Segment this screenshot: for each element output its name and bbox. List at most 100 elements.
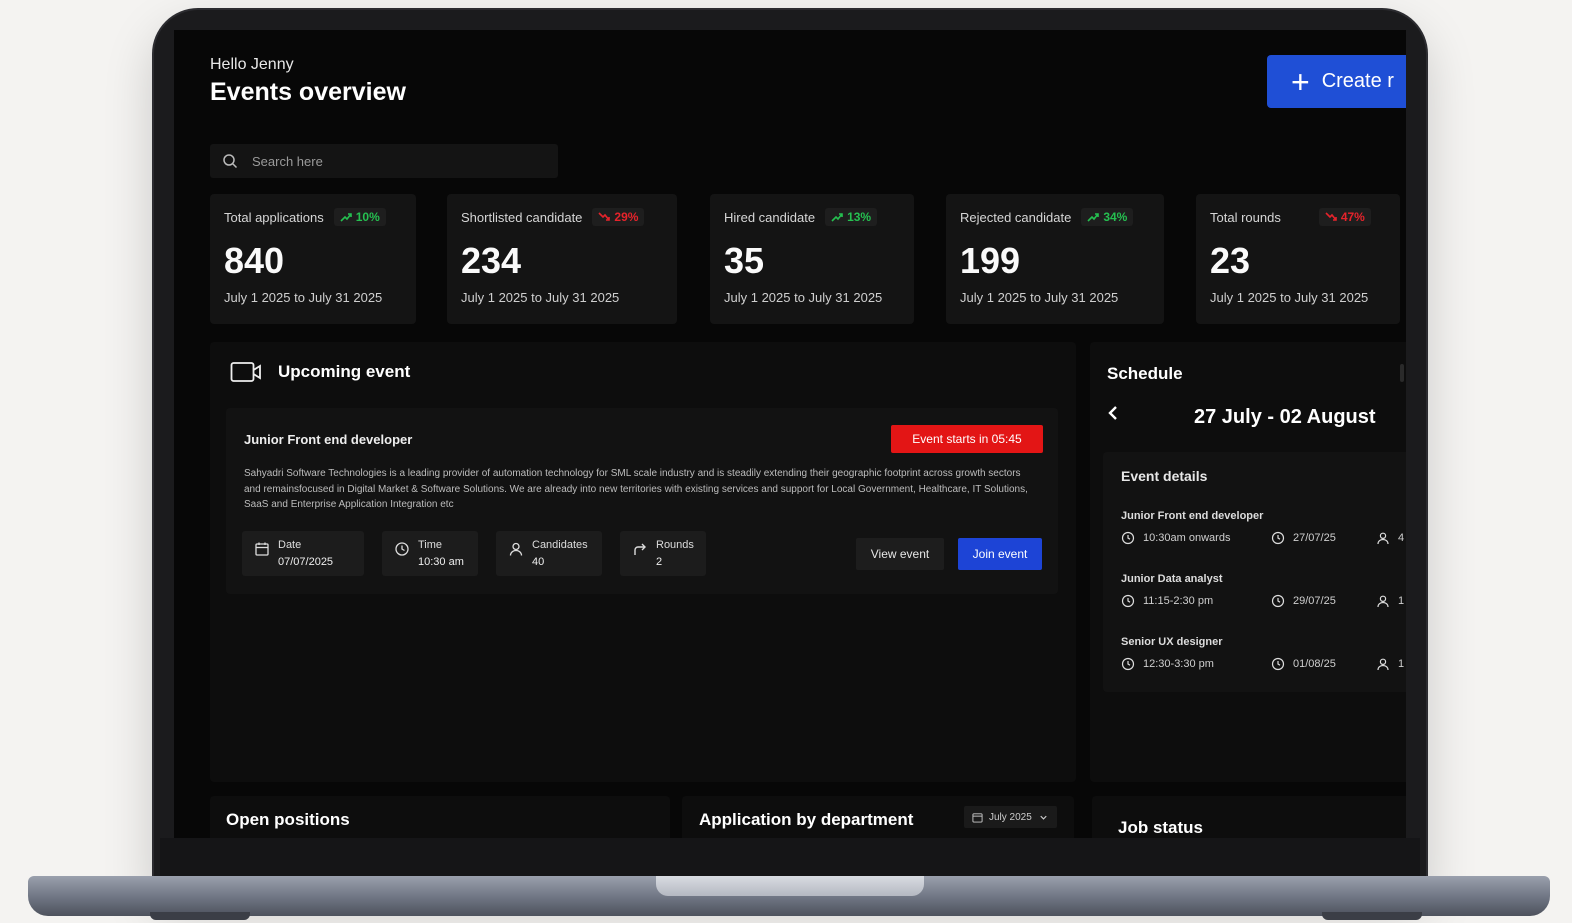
schedule-item-name: Senior UX designer xyxy=(1121,636,1223,648)
user-icon xyxy=(509,542,523,556)
trend-badge: 34% xyxy=(1081,208,1134,226)
search-input[interactable] xyxy=(252,153,532,169)
pill-value: 07/07/2025 xyxy=(278,556,334,568)
search-bar[interactable] xyxy=(210,144,558,178)
trend-badge: 29% xyxy=(592,208,645,226)
clock-icon xyxy=(1271,594,1285,608)
schedule-item-name: Junior Front end developer xyxy=(1121,510,1264,522)
laptop-foot xyxy=(1322,912,1422,920)
laptop-bezel xyxy=(160,838,1420,878)
chevron-left-icon[interactable] xyxy=(1104,404,1122,422)
laptop-foot xyxy=(150,912,250,920)
trend-down-icon xyxy=(1325,212,1337,221)
stat-label: Shortlisted candidate xyxy=(461,209,583,225)
pill-value: 10:30 am xyxy=(418,556,464,568)
trend-down-icon xyxy=(598,212,611,221)
job-status-card: Job status xyxy=(1092,796,1406,838)
stat-value: 35 xyxy=(724,240,765,281)
event-rounds-pill: Rounds 2 xyxy=(620,531,706,576)
trend-badge: 10% xyxy=(333,208,386,226)
event-date-pill: Date 07/07/2025 xyxy=(242,531,364,576)
stat-range: July 1 2025 to July 31 2025 xyxy=(1210,290,1369,305)
application-by-department-card: Application by department July 2025 xyxy=(682,796,1074,838)
trend-up-icon xyxy=(1087,213,1100,222)
schedule-item-time: 12:30-3:30 pm xyxy=(1143,658,1214,670)
pill-value: 2 xyxy=(656,556,663,568)
month-select[interactable]: July 2025 xyxy=(964,806,1057,828)
event-time-pill: Time 10:30 am xyxy=(382,531,478,576)
stat-card-total-rounds: Total rounds 47% 23 July 1 2025 to July … xyxy=(1196,194,1400,324)
clock-icon xyxy=(395,542,409,556)
schedule-item-time: 10:30am onwards xyxy=(1143,532,1231,544)
pill-label: Date xyxy=(278,539,302,551)
clock-icon xyxy=(1271,657,1285,671)
event-title: Junior Front end developer xyxy=(244,432,413,447)
event-candidates-pill: Candidates 40 xyxy=(496,531,602,576)
scrollbar[interactable] xyxy=(1400,364,1404,382)
clock-icon xyxy=(1271,531,1285,545)
schedule-item-time: 11:15-2:30 pm xyxy=(1143,595,1214,607)
clock-icon xyxy=(1121,594,1135,608)
stat-card-total-applications: Total applications 10% 840 July 1 2025 t… xyxy=(210,194,416,324)
clock-icon xyxy=(1121,657,1135,671)
video-camera-icon xyxy=(230,362,261,382)
user-icon xyxy=(1377,595,1389,608)
schedule-date-range: 27 July - 02 August xyxy=(1194,406,1376,428)
schedule-item[interactable]: Junior Front end developer 10:30am onwar… xyxy=(1121,510,1406,545)
application-by-department-title: Application by department xyxy=(699,810,914,829)
upcoming-event-title: Upcoming event xyxy=(278,362,411,381)
stat-value: 840 xyxy=(224,240,285,281)
calendar-icon xyxy=(972,812,983,823)
search-icon xyxy=(223,154,238,169)
schedule-item-count: 4 xyxy=(1398,532,1405,544)
join-event-button[interactable]: Join event xyxy=(958,538,1042,570)
stat-card-rejected: Rejected candidate 34% 199 July 1 2025 t… xyxy=(946,194,1164,324)
create-button-label: Create r xyxy=(1321,70,1394,92)
trend-badge: 47% xyxy=(1318,208,1371,226)
user-icon xyxy=(1377,532,1389,545)
stat-label: Total applications xyxy=(224,209,324,225)
view-event-button[interactable]: View event xyxy=(856,538,944,570)
page-title: Events overview xyxy=(210,78,406,106)
schedule-panel: Schedule 27 July - 02 August Event detai… xyxy=(1090,342,1406,782)
forward-arrow-icon xyxy=(634,543,646,555)
stat-label: Rejected candidate xyxy=(960,209,1072,225)
trend-badge: 13% xyxy=(825,208,878,226)
calendar-icon xyxy=(255,542,269,556)
stat-range: July 1 2025 to July 31 2025 xyxy=(461,290,620,305)
laptop-notch xyxy=(656,876,924,896)
schedule-item[interactable]: Junior Data analyst 11:15-2:30 pm 29/07/… xyxy=(1121,573,1406,608)
greeting: Hello Jenny xyxy=(210,56,294,73)
schedule-item[interactable]: Senior UX designer 12:30-3:30 pm 01/08/2… xyxy=(1121,636,1406,671)
stat-range: July 1 2025 to July 31 2025 xyxy=(224,290,383,305)
schedule-title: Schedule xyxy=(1107,364,1183,383)
upcoming-event-panel: Upcoming event Junior Front end develope… xyxy=(210,342,1076,782)
dashboard-screen: Hello Jenny Events overview + Create r T… xyxy=(174,30,1406,838)
stat-label: Total rounds xyxy=(1210,209,1281,225)
stat-value: 23 xyxy=(1210,240,1251,281)
stat-card-hired: Hired candidate 13% 35 July 1 2025 to Ju… xyxy=(710,194,914,324)
event-details-card: Event details Junior Front end developer… xyxy=(1103,452,1406,692)
trend-up-icon xyxy=(340,213,352,222)
event-details-title: Event details xyxy=(1121,468,1208,484)
schedule-item-date: 27/07/25 xyxy=(1293,532,1336,544)
job-status-title: Job status xyxy=(1118,818,1204,837)
schedule-item-count: 1 xyxy=(1398,595,1405,607)
month-select-value: July 2025 xyxy=(989,811,1032,823)
open-positions-title: Open positions xyxy=(226,810,350,829)
trend-up-icon xyxy=(831,213,843,222)
trend-value: 47% xyxy=(1340,210,1365,224)
stat-value: 234 xyxy=(461,240,522,281)
event-description: Sahyadri Software Technologies is a lead… xyxy=(244,468,1028,510)
schedule-item-name: Junior Data analyst xyxy=(1121,573,1223,585)
stat-range: July 1 2025 to July 31 2025 xyxy=(724,290,883,305)
open-positions-card: Open positions xyxy=(210,796,670,838)
create-button[interactable]: + Create r xyxy=(1267,55,1406,108)
trend-value: 34% xyxy=(1103,210,1128,224)
schedule-item-date: 29/07/25 xyxy=(1293,595,1336,607)
stat-value: 199 xyxy=(960,240,1021,281)
plus-icon: + xyxy=(1291,63,1310,100)
pill-value: 40 xyxy=(532,556,545,568)
pill-label: Rounds xyxy=(656,539,694,551)
user-icon xyxy=(1377,658,1389,671)
